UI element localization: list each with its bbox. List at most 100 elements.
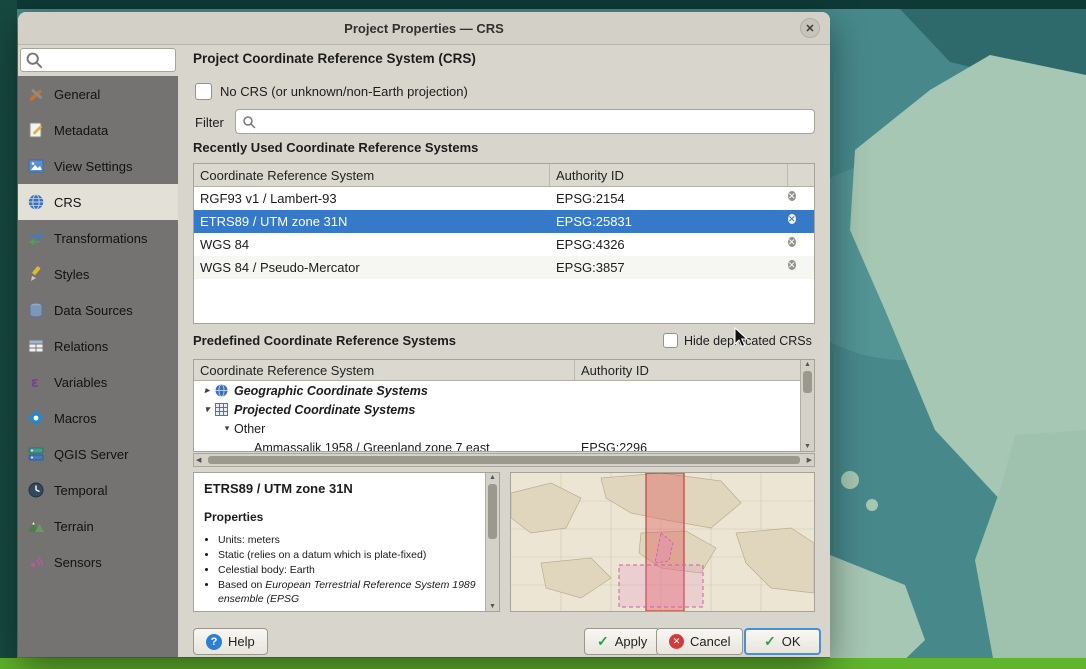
crs-name-cell: WGS 84	[194, 233, 550, 256]
collapse-icon[interactable]: ▾	[220, 423, 234, 434]
remove-crs-icon[interactable]: ✕	[788, 191, 796, 201]
tree-row-geographic[interactable]: ▸ Geographic Coordinate Systems	[194, 381, 814, 400]
scroll-left-icon[interactable]: ◀	[196, 456, 201, 464]
scrollbar-thumb[interactable]	[803, 371, 812, 393]
vertical-scrollbar[interactable]: ▲ ▼	[485, 473, 499, 611]
cancel-button-label: Cancel	[690, 634, 730, 649]
sidebar-item-variables[interactable]: ε Variables	[18, 364, 178, 400]
apply-button[interactable]: ✓ Apply	[584, 628, 660, 655]
scroll-up-icon[interactable]: ▲	[801, 361, 814, 368]
ok-button[interactable]: ✓ OK	[744, 628, 821, 655]
authority-cell: EPSG:2154	[550, 187, 788, 210]
scroll-down-icon[interactable]: ▼	[801, 443, 814, 450]
sidebar-item-label: Temporal	[54, 483, 107, 498]
hide-deprecated-checkbox[interactable]	[663, 333, 678, 348]
close-icon[interactable]: ✕	[800, 18, 820, 38]
scrollbar-thumb[interactable]	[208, 456, 800, 464]
sidebar-item-temporal[interactable]: Temporal	[18, 472, 178, 508]
cancel-button[interactable]: ✕ Cancel	[656, 628, 743, 655]
expand-icon[interactable]: ▸	[200, 385, 214, 396]
sidebar-item-view-settings[interactable]: View Settings	[18, 148, 178, 184]
tree-row-projected[interactable]: ▾ Projected Coordinate Systems	[194, 400, 814, 419]
sidebar-item-sensors[interactable]: Sensors	[18, 544, 178, 580]
apply-button-label: Apply	[615, 634, 648, 649]
sidebar-item-styles[interactable]: Styles	[18, 256, 178, 292]
help-icon: ?	[206, 634, 222, 650]
variables-epsilon-icon: ε	[27, 373, 45, 391]
taskbar-strip	[0, 658, 1086, 669]
scrollbar-thumb[interactable]	[488, 484, 497, 539]
sidebar-item-label: CRS	[54, 195, 81, 210]
horizontal-scrollbar[interactable]: ◀ ▶	[193, 453, 815, 467]
sidebar-item-macros[interactable]: Macros	[18, 400, 178, 436]
tree-row-label: Ammassalik 1958 / Greenland zone 7 east	[254, 441, 490, 453]
sidebar-item-label: Transformations	[54, 231, 147, 246]
sidebar-item-crs[interactable]: CRS	[18, 184, 178, 220]
table-row-selected[interactable]: ETRS89 / UTM zone 31N EPSG:25831 ✕	[194, 210, 814, 233]
sidebar-item-transformations[interactable]: Transformations	[18, 220, 178, 256]
sidebar-item-label: Styles	[54, 267, 89, 282]
recent-crs-table: Coordinate Reference System Authority ID…	[193, 163, 815, 324]
crs-details-panel: ETRS89 / UTM zone 31N Properties Units: …	[193, 472, 500, 612]
paintbrush-icon	[27, 265, 45, 283]
predefined-crs-table: Coordinate Reference System Authority ID…	[193, 359, 815, 452]
remove-crs-icon[interactable]: ✕	[788, 214, 796, 224]
property-item: Static (relies on a datum which is plate…	[218, 549, 481, 563]
sidebar-item-general[interactable]: General	[18, 76, 178, 112]
authority-cell: EPSG:4326	[550, 233, 788, 256]
vertical-scrollbar[interactable]: ▲ ▼	[800, 360, 814, 451]
hide-deprecated-label: Hide deprecated CRSs	[684, 334, 812, 348]
sidebar-search-input[interactable]	[47, 52, 171, 68]
sidebar-item-terrain[interactable]: Terrain	[18, 508, 178, 544]
page-title: Project Coordinate Reference System (CRS…	[193, 51, 476, 66]
table-row[interactable]: RGF93 v1 / Lambert-93 EPSG:2154 ✕	[194, 187, 814, 210]
mountains-icon	[27, 517, 45, 535]
column-header-authority[interactable]: Authority ID	[550, 164, 788, 186]
no-crs-checkbox[interactable]	[195, 83, 212, 100]
authority-cell	[575, 381, 814, 400]
authority-cell	[575, 419, 814, 438]
document-pencil-icon	[27, 121, 45, 139]
sidebar-list: General Metadata View Settings	[18, 76, 178, 657]
svg-text:ε: ε	[31, 375, 39, 391]
scroll-right-icon[interactable]: ▶	[807, 456, 812, 464]
column-header-crs[interactable]: Coordinate Reference System	[194, 164, 550, 186]
crs-settings-panel: Project Coordinate Reference System (CRS…	[185, 44, 830, 657]
window-top-edge	[0, 0, 1086, 9]
help-button-label: Help	[228, 634, 255, 649]
tree-row-other[interactable]: ▾ Other	[194, 419, 814, 438]
scroll-up-icon[interactable]: ▲	[486, 474, 499, 481]
globe-crs-icon	[27, 193, 45, 211]
sidebar-item-label: View Settings	[54, 159, 133, 174]
check-icon: ✓	[597, 633, 609, 650]
tree-row-label: Other	[234, 422, 265, 436]
help-button[interactable]: ? Help	[193, 628, 268, 655]
authority-cell: EPSG:2296	[575, 438, 814, 452]
sidebar-item-qgis-server[interactable]: QGIS Server	[18, 436, 178, 472]
sidebar-item-label: Sensors	[54, 555, 102, 570]
selected-crs-title: ETRS89 / UTM zone 31N	[204, 481, 481, 496]
globe-icon	[214, 383, 229, 398]
recent-crs-title: Recently Used Coordinate Reference Syste…	[193, 140, 478, 155]
column-header-crs[interactable]: Coordinate Reference System	[194, 360, 575, 380]
column-header-authority[interactable]: Authority ID	[575, 360, 814, 380]
crs-filter-box[interactable]	[235, 109, 815, 134]
table-row[interactable]: WGS 84 / Pseudo-Mercator EPSG:3857 ✕	[194, 256, 814, 279]
crs-name-cell: ETRS89 / UTM zone 31N	[194, 210, 550, 233]
remove-crs-icon[interactable]: ✕	[788, 260, 796, 270]
sidebar-item-label: Metadata	[54, 123, 108, 138]
sidebar-item-relations[interactable]: Relations	[18, 328, 178, 364]
sidebar-item-data-sources[interactable]: Data Sources	[18, 292, 178, 328]
table-row[interactable]: WGS 84 EPSG:4326 ✕	[194, 233, 814, 256]
sidebar-item-metadata[interactable]: Metadata	[18, 112, 178, 148]
dialog-titlebar[interactable]: Project Properties — CRS ✕	[18, 12, 830, 45]
check-icon: ✓	[764, 633, 776, 650]
scroll-down-icon[interactable]: ▼	[486, 603, 499, 610]
remove-crs-icon[interactable]: ✕	[788, 237, 796, 247]
tree-row-crs-entry[interactable]: Ammassalik 1958 / Greenland zone 7 east …	[194, 438, 814, 452]
sidebar-search-box[interactable]	[20, 48, 176, 72]
crs-filter-input[interactable]	[261, 114, 808, 130]
filter-label: Filter	[195, 115, 224, 130]
collapse-icon[interactable]: ▾	[200, 404, 214, 415]
recent-table-header: Coordinate Reference System Authority ID	[194, 164, 814, 187]
